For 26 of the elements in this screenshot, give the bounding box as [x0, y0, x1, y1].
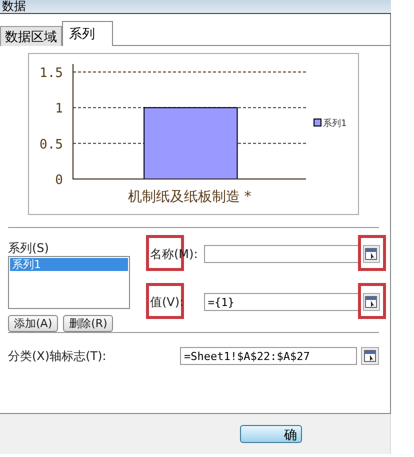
axis-tick-label: 0 — [55, 173, 63, 188]
range-select-icon — [365, 248, 378, 260]
series-button[interactable]: 删除(R) — [63, 315, 114, 332]
window-title: 数据 — [0, 0, 391, 14]
series-button[interactable]: 添加(A) — [8, 315, 58, 332]
input-field[interactable]: =Sheet1!$A$22:$A$27 — [180, 347, 357, 365]
axis-tick-label: 1 — [55, 102, 63, 117]
input-field[interactable]: ={1} — [204, 293, 359, 311]
axis-tick-label: 1.5 — [40, 66, 63, 81]
ok-button[interactable]: 确 — [240, 425, 302, 443]
axis-tick-label: 0.5 — [40, 137, 63, 152]
category-label: 机制纸及纸板制造 * — [128, 189, 252, 205]
tab[interactable]: 系列 — [62, 21, 113, 46]
input-field[interactable] — [204, 245, 359, 263]
legend-swatch — [314, 118, 322, 126]
collapse-dialog-button[interactable] — [362, 293, 380, 311]
tab[interactable]: 数据区域 — [0, 26, 62, 46]
field-label: 分类(X)轴标志(T): — [8, 348, 108, 364]
legend-label: 系列1 — [323, 119, 347, 129]
highlight-box — [358, 235, 386, 271]
collapse-dialog-button[interactable] — [361, 347, 379, 365]
highlight-box — [358, 283, 386, 319]
series-label: 系列(S) — [8, 240, 50, 256]
range-select-icon — [365, 296, 378, 308]
range-select-icon — [364, 350, 376, 362]
collapse-dialog-button[interactable] — [362, 245, 380, 263]
